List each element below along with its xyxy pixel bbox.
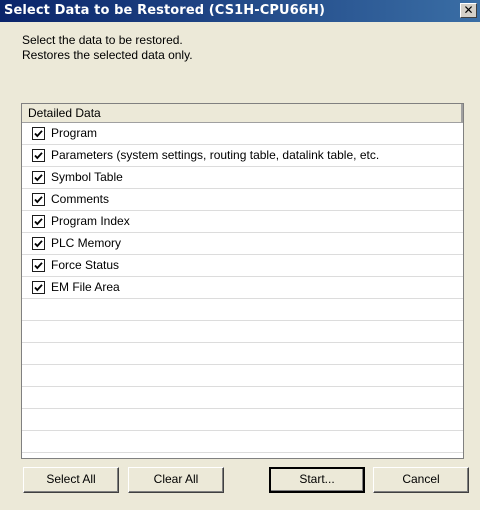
- restore-dialog: Select Data to be Restored (CS1H-CPU66H)…: [0, 0, 480, 510]
- checkmark-icon: [34, 262, 43, 270]
- checkmark-icon: [34, 284, 43, 292]
- checkbox-plc-memory[interactable]: [32, 237, 45, 250]
- list-header-label: Detailed Data: [28, 106, 101, 120]
- list-item-label: Comments: [51, 192, 110, 206]
- description-line-2: Restores the selected data only.: [22, 48, 193, 62]
- checkmark-icon: [34, 130, 43, 138]
- list-item-plc-memory[interactable]: PLC Memory: [22, 233, 463, 255]
- list-item-label: Symbol Table: [51, 170, 123, 184]
- list-item-parameters[interactable]: Parameters (system settings, routing tab…: [22, 145, 463, 167]
- list-item-comments[interactable]: Comments: [22, 189, 463, 211]
- list-item-label: Parameters (system settings, routing tab…: [51, 148, 380, 162]
- list-item-em-file-area[interactable]: EM File Area: [22, 277, 463, 299]
- list-item-symbol-table[interactable]: Symbol Table: [22, 167, 463, 189]
- checkmark-icon: [34, 240, 43, 248]
- list-item-label: Program: [51, 126, 98, 140]
- empty-row: [22, 409, 463, 431]
- checkbox-parameters[interactable]: [32, 149, 45, 162]
- checkbox-program[interactable]: [32, 127, 45, 140]
- empty-row: [22, 299, 463, 321]
- select-all-button[interactable]: Select All: [23, 467, 119, 493]
- list-item-force-status[interactable]: Force Status: [22, 255, 463, 277]
- empty-row: [22, 365, 463, 387]
- dialog-title: Select Data to be Restored (CS1H-CPU66H): [4, 3, 326, 18]
- list-header[interactable]: Detailed Data: [22, 104, 463, 123]
- list-item-label: PLC Memory: [51, 236, 122, 250]
- start-button[interactable]: Start...: [269, 467, 365, 493]
- clear-all-button[interactable]: Clear All: [128, 467, 224, 493]
- checkbox-comments[interactable]: [32, 193, 45, 206]
- checkmark-icon: [34, 218, 43, 226]
- header-divider: [461, 104, 463, 122]
- empty-row: [22, 387, 463, 409]
- checkbox-force-status[interactable]: [32, 259, 45, 272]
- checkbox-program-index[interactable]: [32, 215, 45, 228]
- list-item-program-index[interactable]: Program Index: [22, 211, 463, 233]
- empty-row: [22, 431, 463, 453]
- list-item-program[interactable]: Program: [22, 123, 463, 145]
- list-item-label: Force Status: [51, 258, 120, 272]
- cancel-button[interactable]: Cancel: [373, 467, 469, 493]
- title-bar[interactable]: Select Data to be Restored (CS1H-CPU66H)…: [0, 0, 480, 22]
- checkmark-icon: [34, 196, 43, 204]
- description-line-1: Select the data to be restored.: [22, 33, 183, 47]
- checkmark-icon: [34, 152, 43, 160]
- empty-row: [22, 321, 463, 343]
- checkbox-em-file-area[interactable]: [32, 281, 45, 294]
- detailed-data-list[interactable]: Detailed Data Program Parameters (system…: [21, 103, 464, 459]
- checkbox-symbol-table[interactable]: [32, 171, 45, 184]
- list-item-label: EM File Area: [51, 280, 120, 294]
- close-icon: ✕: [463, 3, 474, 17]
- close-button[interactable]: ✕: [460, 3, 477, 18]
- empty-row: [22, 343, 463, 365]
- checkmark-icon: [34, 174, 43, 182]
- list-item-label: Program Index: [51, 214, 130, 228]
